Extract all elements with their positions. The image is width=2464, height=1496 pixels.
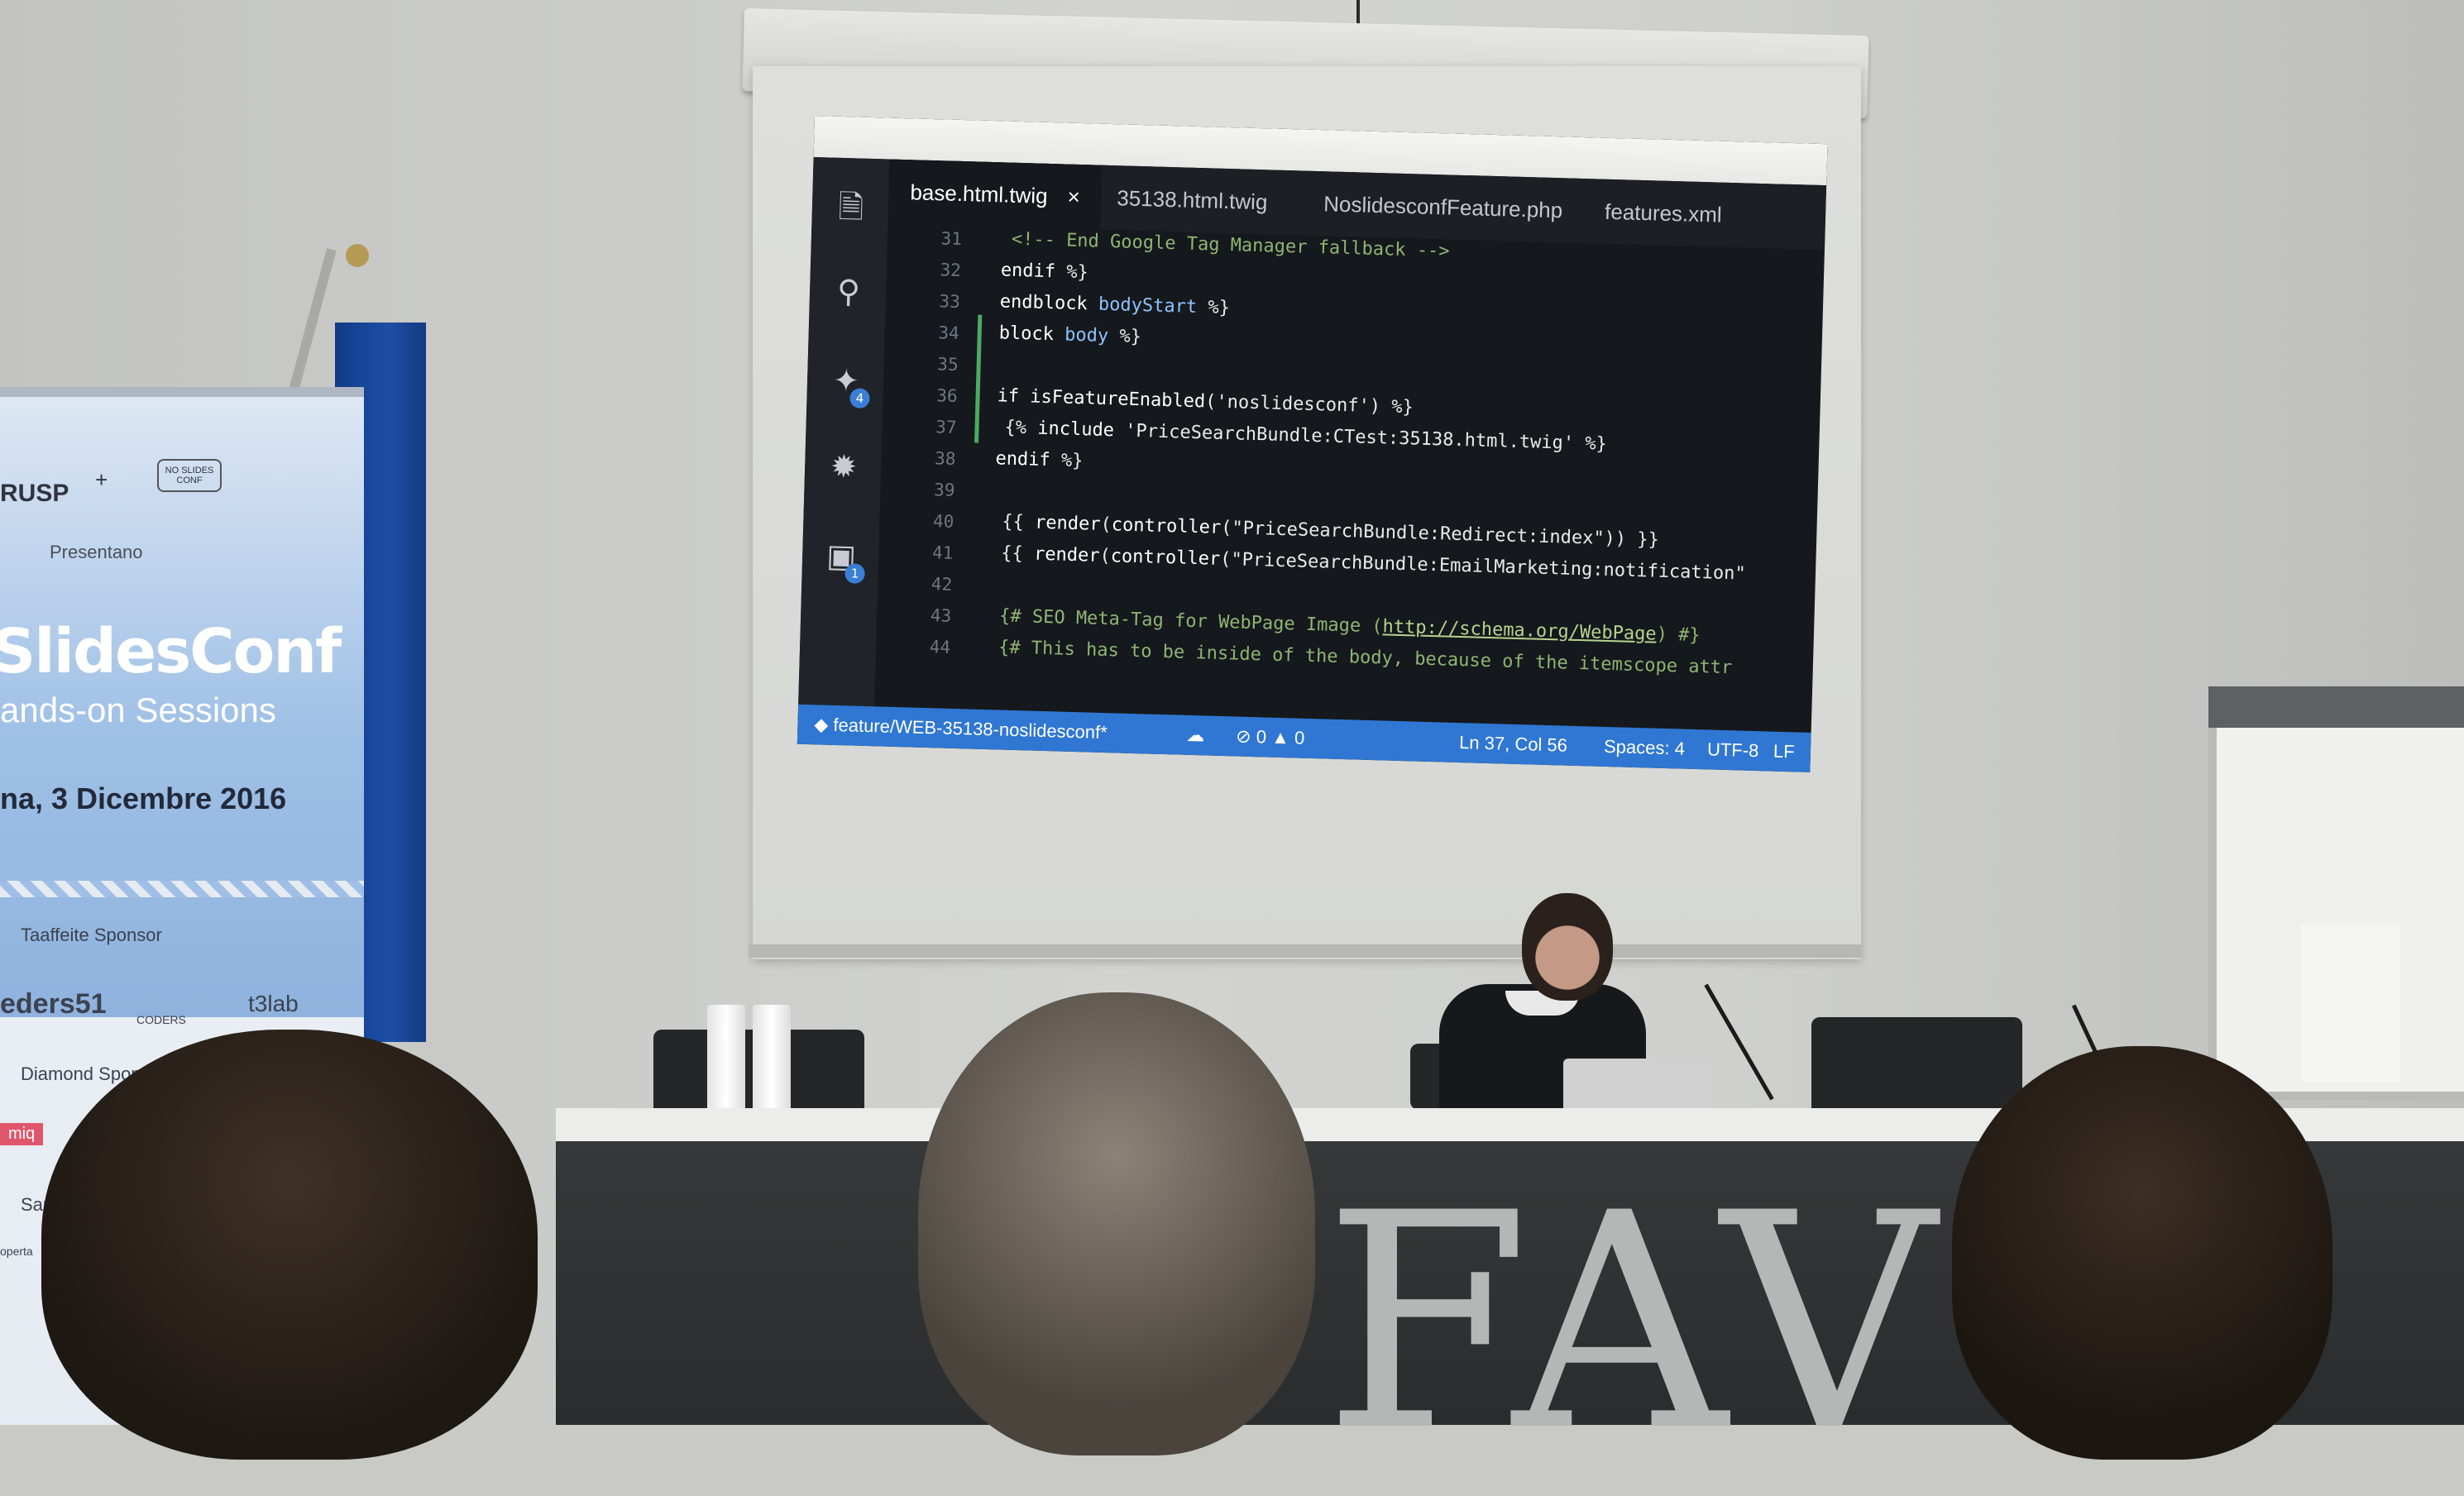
code-line-38: endif %} [995, 448, 1084, 472]
projector-screen-bar [749, 944, 1861, 958]
debug-icon[interactable]: ✹ [826, 448, 862, 485]
tab-features-xml[interactable]: features.xml [1582, 179, 1744, 247]
eol-status[interactable]: LF [1773, 732, 1795, 772]
sponsor-heading-taaffeite: Taaffeite Sponsor [21, 925, 162, 945]
line-number-gutter: 31 32 33 34 35 36 37 38 39 40 41 42 43 4… [874, 224, 962, 709]
branch-name: feature/WEB-35138-noslidesconf* [833, 714, 1108, 743]
line-number: 40 [932, 511, 955, 532]
sync-icon[interactable]: ☁ [1186, 715, 1205, 756]
projected-code-editor: 🗎 ⚲ ✦ 4 ✹ ▣ 1 base.html.twig × 35138.html… [797, 116, 1828, 772]
paper-sheet [2301, 925, 2400, 1082]
line-number: 42 [931, 574, 953, 595]
close-icon[interactable]: × [1067, 184, 1080, 209]
line-number: 38 [934, 448, 956, 469]
tab-noslidesconf-feature-php[interactable]: NoslidesconfFeature.php [1301, 171, 1585, 243]
code-area[interactable]: <!-- End Google Tag Manager fallback -->… [988, 227, 1825, 733]
banner-title: SlidesConf [0, 616, 342, 687]
line-number: 34 [938, 323, 960, 343]
code-line-33: endblock bodyStart %} [999, 291, 1231, 319]
rusp-logo: RUSP [0, 480, 69, 507]
line-number: 37 [935, 417, 957, 437]
desk-sign: FAV [1323, 1149, 1945, 1496]
audience-head-left [41, 1030, 538, 1460]
laptop [1563, 1059, 1712, 1108]
code-line-34: block body %} [998, 323, 1142, 348]
sponsor-logo-coders: CODERS [136, 1013, 186, 1026]
flag-finial [346, 244, 369, 267]
tab-35138-html-twig[interactable]: 35138.html.twig [1094, 165, 1289, 236]
sponsor-logo-coders51: eders51 [0, 988, 107, 1020]
search-icon[interactable]: ⚲ [831, 273, 867, 310]
cup-stack-left [707, 1005, 745, 1121]
line-number: 33 [939, 291, 961, 312]
code-line-36: if isFeatureEnabled('noslidesconf') %} [997, 385, 1414, 418]
warning-count: 0 [1294, 727, 1305, 748]
code-line-40: {{ render(controller("PriceSearchBundle:… [1002, 511, 1660, 551]
banner-presentano: Presentano [50, 542, 143, 562]
tab-label: features.xml [1604, 198, 1723, 227]
sponsor-logo-miq: miq [0, 1123, 44, 1145]
banner-zigzag-divider [0, 881, 364, 897]
files-icon[interactable]: 🗎 [833, 189, 868, 226]
line-number: 32 [940, 260, 962, 281]
code-line-37: {% include 'PriceSearchBundle:CTest:3513… [1004, 417, 1608, 455]
noslidesconf-logo: NO SLIDES CONF [157, 459, 222, 492]
problems-status[interactable]: ⊘ 0 ▲ 0 [1236, 717, 1305, 758]
sponsor-logo-t3lab: t3lab [248, 991, 299, 1016]
speaker-head [1522, 893, 1613, 1001]
flipchart-header [2208, 686, 2464, 728]
tab-label: 35138.html.twig [1116, 185, 1268, 215]
plus-sign: + [95, 467, 108, 492]
chair-right [1811, 1017, 2022, 1116]
audience-head-right [1952, 1046, 2332, 1460]
line-number: 36 [935, 385, 958, 406]
error-count: 0 [1256, 726, 1267, 748]
indentation-status[interactable]: Spaces: 4 [1603, 727, 1686, 769]
banner-date: na, 3 Dicembre 2016 [0, 781, 287, 815]
line-number: 35 [937, 354, 959, 375]
extensions-badge: 1 [844, 563, 865, 584]
line-number: 41 [931, 542, 954, 563]
banner-subtitle: ands-on Sessions [0, 691, 276, 729]
tab-base-html-twig[interactable]: base.html.twig × [888, 159, 1103, 230]
encoding-status[interactable]: UTF-8 [1706, 729, 1759, 771]
line-number: 44 [929, 637, 951, 657]
cursor-position[interactable]: Ln 37, Col 56 [1458, 723, 1568, 766]
branch-status[interactable]: ◆ feature/WEB-35138-noslidesconf* [814, 705, 1108, 753]
line-number: 43 [930, 605, 952, 626]
source-control-badge: 4 [849, 388, 870, 409]
sponsor-logo-operta: operta [0, 1245, 33, 1258]
line-number: 31 [940, 228, 963, 250]
audience-head-center [918, 992, 1315, 1455]
tab-label: base.html.twig [910, 179, 1049, 208]
modified-lines-indicator [974, 314, 983, 443]
banner-top-bar [0, 387, 364, 397]
line-number: 39 [933, 480, 955, 500]
code-line-32: endif %} [1000, 260, 1089, 284]
tab-label: NoslidesconfFeature.php [1323, 191, 1563, 223]
cup-stack-right [753, 1005, 791, 1121]
